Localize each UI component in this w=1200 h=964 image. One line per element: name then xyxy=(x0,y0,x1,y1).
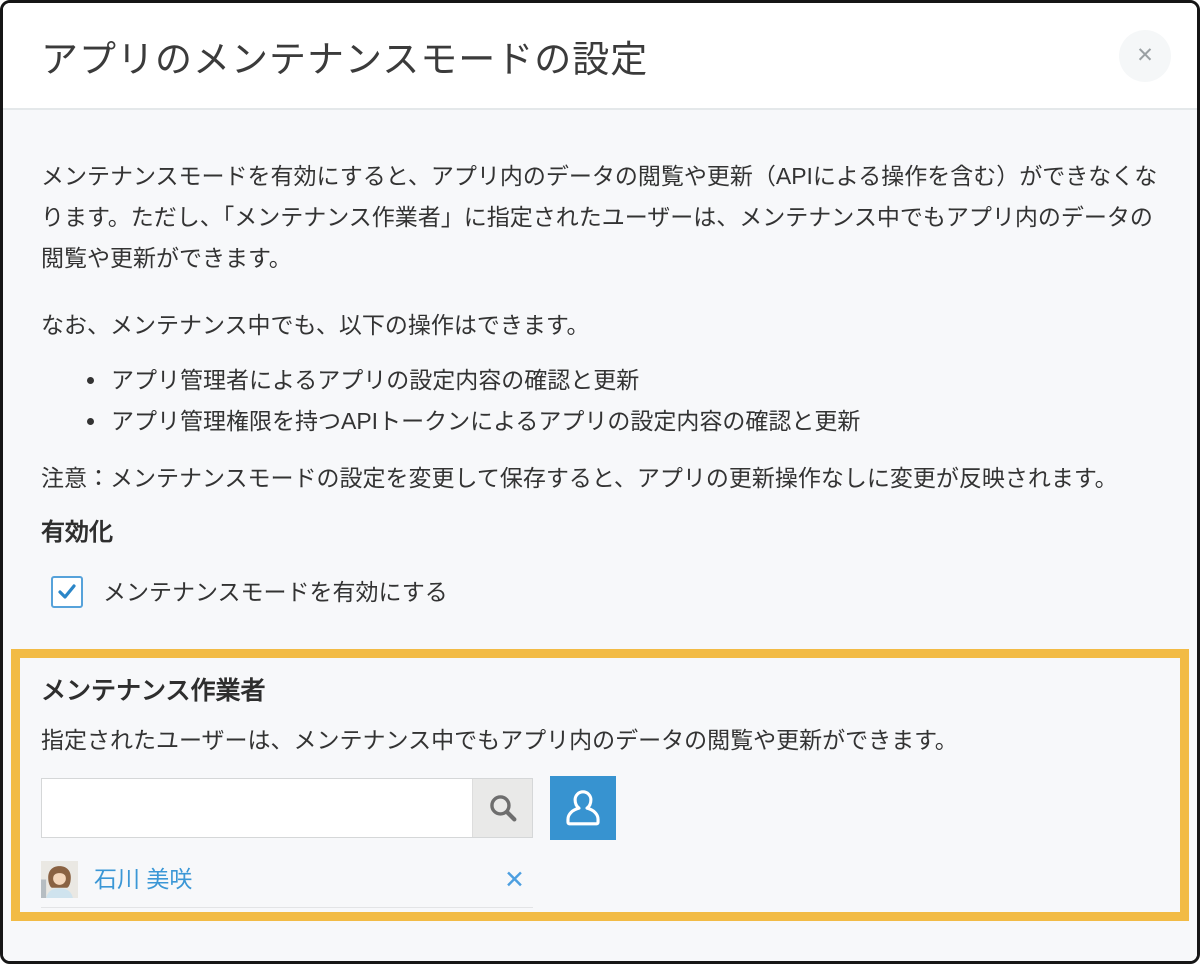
maintenance-enable-row: メンテナンスモードを有効にする xyxy=(51,575,1159,609)
checkbox-label[interactable]: メンテナンスモードを有効にする xyxy=(103,572,448,613)
user-search-button[interactable] xyxy=(472,779,532,837)
avatar-image xyxy=(41,861,78,898)
maintenance-enable-checkbox[interactable] xyxy=(51,576,83,608)
search-icon xyxy=(486,791,520,825)
allowed-operations-list: アプリ管理者によるアプリの設定内容の確認と更新 アプリ管理権限を持つAPIトーク… xyxy=(41,360,1159,442)
maintainers-section: メンテナンス作業者 指定されたユーザーは、メンテナンス中でもアプリ内のデータの閲… xyxy=(11,649,1189,921)
selected-user-row: 石川 美咲 ✕ xyxy=(41,859,533,908)
maintainers-heading: メンテナンス作業者 xyxy=(41,672,1160,710)
user-search-box xyxy=(41,778,533,838)
dialog-title: アプリのメンテナンスモードの設定 xyxy=(41,29,648,83)
checkmark-icon xyxy=(57,583,77,601)
dialog-header: アプリのメンテナンスモードの設定 ✕ xyxy=(3,3,1197,110)
list-item: アプリ管理権限を持つAPIトークンによるアプリの設定内容の確認と更新 xyxy=(87,401,1159,442)
activation-heading: 有効化 xyxy=(41,515,1159,551)
remove-icon: ✕ xyxy=(504,866,525,894)
user-picker-row xyxy=(41,778,1160,840)
maintenance-mode-dialog: アプリのメンテナンスモードの設定 ✕ メンテナンスモードを有効にすると、アプリ内… xyxy=(0,0,1200,964)
list-item: アプリ管理者によるアプリの設定内容の確認と更新 xyxy=(87,360,1159,401)
select-user-button[interactable] xyxy=(550,776,616,840)
close-icon: ✕ xyxy=(1136,44,1154,67)
caution-paragraph: 注意：メンテナンスモードの設定を変更して保存すると、アプリの更新操作なしに変更が… xyxy=(41,458,1159,499)
operations-lead: なお、メンテナンス中でも、以下の操作はできます。 xyxy=(41,305,1159,346)
remove-user-button[interactable]: ✕ xyxy=(504,865,525,895)
dialog-body: メンテナンスモードを有効にすると、アプリ内のデータの閲覧や更新（APIによる操作… xyxy=(3,110,1197,962)
person-icon xyxy=(561,786,605,830)
maintainers-description: 指定されたユーザーは、メンテナンス中でもアプリ内のデータの閲覧や更新ができます。 xyxy=(41,724,1160,756)
close-button[interactable]: ✕ xyxy=(1119,30,1171,82)
user-search-input[interactable] xyxy=(42,779,472,837)
user-name-link[interactable]: 石川 美咲 xyxy=(94,859,504,900)
user-avatar xyxy=(41,861,78,898)
intro-paragraph: メンテナンスモードを有効にすると、アプリ内のデータの閲覧や更新（APIによる操作… xyxy=(41,156,1159,279)
